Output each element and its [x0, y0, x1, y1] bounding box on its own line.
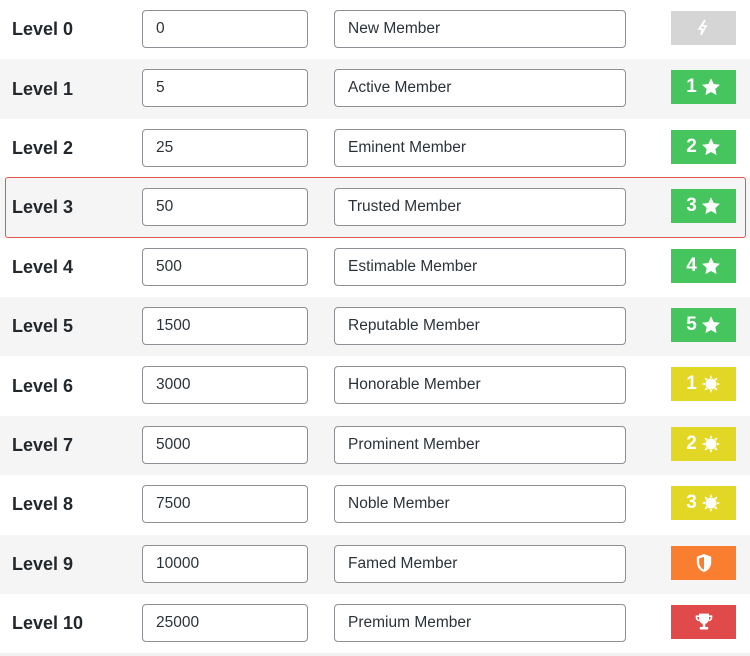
title-input[interactable]: [334, 485, 626, 524]
sun-icon: [701, 434, 721, 454]
level-row: Level 9: [0, 534, 750, 594]
level-badge: 3: [671, 189, 736, 224]
level-badge: 2: [671, 426, 736, 461]
level-row: Level 5 5: [0, 296, 750, 357]
level-label: Level 10: [12, 613, 84, 634]
level-badge: 5: [671, 307, 736, 342]
level-row: Level 7 2: [0, 415, 750, 476]
points-input[interactable]: [142, 603, 308, 642]
level-label: Level 2: [12, 137, 74, 158]
badge-number: 3: [686, 195, 697, 217]
points-input[interactable]: [142, 425, 308, 464]
title-input[interactable]: [334, 366, 626, 405]
level-label: Level 7: [12, 434, 74, 455]
level-row: Level 8 3: [0, 475, 750, 535]
shield-icon: [695, 553, 713, 573]
star-icon: [701, 77, 721, 97]
star-icon: [701, 196, 721, 216]
level-label: Level 3: [12, 197, 74, 218]
member-levels-table: Level 0Level 11Level 22Level 33Level 44L…: [0, 0, 750, 654]
title-input[interactable]: [334, 603, 626, 642]
level-label: Level 6: [12, 375, 74, 396]
star-icon: [701, 315, 721, 335]
level-badge: [671, 11, 736, 45]
level-badge: 3: [671, 486, 736, 521]
title-input[interactable]: [334, 10, 626, 48]
points-input[interactable]: [142, 188, 308, 227]
title-input[interactable]: [334, 188, 626, 227]
points-input[interactable]: [142, 485, 308, 524]
points-input[interactable]: [142, 128, 308, 167]
sun-icon: [701, 374, 721, 394]
points-input[interactable]: [142, 69, 308, 108]
badge-number: 2: [686, 432, 697, 454]
badge-number: 2: [686, 135, 697, 157]
level-row: Level 10: [0, 593, 750, 654]
level-label: Level 4: [12, 256, 74, 277]
level-row: Level 4 4: [0, 237, 750, 297]
level-badge: [671, 604, 736, 639]
level-label: Level 0: [12, 19, 74, 40]
level-label: Level 8: [12, 494, 74, 515]
title-input[interactable]: [334, 247, 626, 286]
level-row: Level 3 3: [0, 178, 750, 238]
badge-number: 1: [686, 76, 697, 98]
sun-icon: [701, 493, 721, 513]
title-input[interactable]: [334, 425, 626, 464]
level-label: Level 9: [12, 553, 74, 574]
level-row: Level 6 1: [0, 356, 750, 416]
level-badge: [671, 545, 736, 580]
level-label: Level 5: [12, 316, 74, 337]
level-badge: 1: [671, 70, 736, 105]
level-badge: 4: [671, 248, 736, 283]
points-input[interactable]: [142, 366, 308, 405]
level-row: Level 2 2: [0, 118, 750, 179]
title-input[interactable]: [334, 128, 626, 167]
points-input[interactable]: [142, 544, 308, 583]
level-row: Level 0: [0, 0, 750, 60]
title-input[interactable]: [334, 306, 626, 345]
points-input[interactable]: [142, 247, 308, 286]
badge-number: 1: [686, 373, 697, 395]
badge-number: 3: [686, 492, 697, 514]
level-row: Level 1 1: [0, 59, 750, 119]
badge-number: 5: [686, 313, 697, 335]
level-label: Level 1: [12, 78, 74, 99]
level-badge: 2: [671, 129, 736, 164]
badge-number: 4: [686, 254, 697, 276]
title-input[interactable]: [334, 544, 626, 583]
star-icon: [701, 256, 721, 276]
trophy-icon: [693, 612, 715, 632]
rank-zero-icon: [696, 18, 712, 38]
points-input[interactable]: [142, 10, 308, 48]
points-input[interactable]: [142, 306, 308, 345]
star-icon: [701, 137, 721, 157]
level-badge: 1: [671, 367, 736, 402]
title-input[interactable]: [334, 69, 626, 108]
